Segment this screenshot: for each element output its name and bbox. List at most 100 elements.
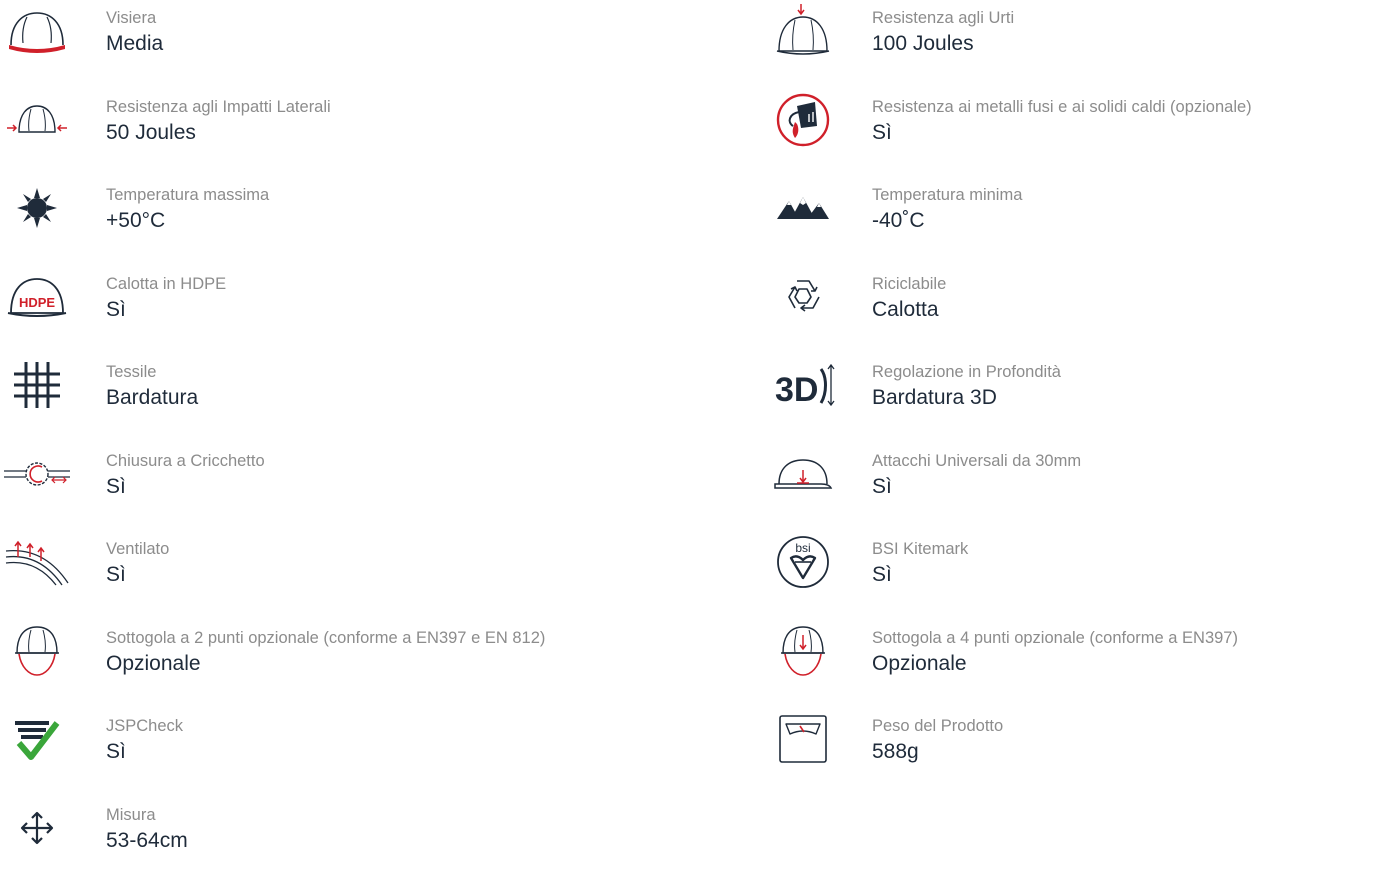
- recycle-icon: [766, 272, 840, 322]
- feature-label: Resistenza ai metalli fusi e ai solidi c…: [872, 97, 1252, 117]
- feature-visor: Visiera Media: [0, 0, 760, 89]
- feature-text: Tessile Bardatura: [106, 362, 198, 412]
- feature-text: Misura 53-64cm: [106, 805, 188, 855]
- feature-text: Resistenza agli Impatti Laterali 50 Joul…: [106, 97, 331, 147]
- features-left-column: Visiera Media Resistenza agli Impatti La…: [0, 0, 760, 885]
- feature-size: Misura 53-64cm: [0, 797, 760, 885]
- feature-jspcheck: JSPCheck Sì: [0, 708, 760, 797]
- hdpe-text: HDPE: [19, 295, 55, 310]
- feature-molten-metal: Resistenza ai metalli fusi e ai solidi c…: [766, 89, 1375, 178]
- molten-metal-icon: [766, 95, 840, 145]
- feature-universal-slots: Attacchi Universali da 30mm Sì: [766, 443, 1375, 532]
- top-impact-icon: [766, 6, 840, 56]
- feature-label: Resistenza agli Impatti Laterali: [106, 97, 331, 117]
- feature-text: Sottogola a 4 punti opzionale (conforme …: [872, 628, 1238, 678]
- feature-value: Sì: [106, 561, 169, 589]
- feature-value: Sì: [872, 473, 1081, 501]
- universal-slots-icon: [766, 449, 840, 499]
- feature-depth-adjust: 3D Regolazione in Profondità Bardatura 3…: [766, 354, 1375, 443]
- bsi-text: bsi: [795, 541, 810, 555]
- feature-top-impact: Resistenza agli Urti 100 Joules: [766, 0, 1375, 89]
- feature-label: Sottogola a 2 punti opzionale (conforme …: [106, 628, 545, 648]
- feature-value: Bardatura: [106, 384, 198, 412]
- feature-ratchet: Chiusura a Cricchetto Sì: [0, 443, 760, 532]
- sun-temperature-icon: [0, 183, 74, 233]
- feature-max-temperature: Temperatura massima +50°C: [0, 177, 760, 266]
- feature-text: Attacchi Universali da 30mm Sì: [872, 451, 1081, 501]
- feature-value: Opzionale: [872, 650, 1238, 678]
- features-right-column: Resistenza agli Urti 100 Joules Resisten…: [766, 0, 1375, 797]
- feature-label: Peso del Prodotto: [872, 716, 1003, 736]
- feature-value: 50 Joules: [106, 119, 331, 147]
- feature-value: Sì: [872, 561, 968, 589]
- feature-chinstrap-2-point: Sottogola a 2 punti opzionale (conforme …: [0, 620, 760, 709]
- feature-label: Tessile: [106, 362, 198, 382]
- feature-label: Visiera: [106, 8, 163, 28]
- feature-weight: Peso del Prodotto 588g: [766, 708, 1375, 797]
- side-impact-icon: [0, 95, 74, 145]
- feature-text: Temperatura massima +50°C: [106, 185, 269, 235]
- feature-label: Attacchi Universali da 30mm: [872, 451, 1081, 471]
- depth-adjust-3d-icon: 3D: [766, 360, 840, 410]
- weight-scale-icon: [766, 714, 840, 764]
- feature-hdpe-shell: HDPE Calotta in HDPE Sì: [0, 266, 760, 355]
- feature-ventilated: Ventilato Sì: [0, 531, 760, 620]
- feature-text: Resistenza ai metalli fusi e ai solidi c…: [872, 97, 1252, 147]
- feature-text: Chiusura a Cricchetto Sì: [106, 451, 265, 501]
- feature-label: Resistenza agli Urti: [872, 8, 1014, 28]
- helmet-visor-icon: [0, 6, 74, 56]
- mountains-temperature-icon: [766, 183, 840, 233]
- feature-text: Sottogola a 2 punti opzionale (conforme …: [106, 628, 545, 678]
- feature-label: Riciclabile: [872, 274, 946, 294]
- feature-value: +50°C: [106, 207, 269, 235]
- feature-text: BSI Kitemark Sì: [872, 539, 968, 589]
- feature-text: Ventilato Sì: [106, 539, 169, 589]
- feature-text: Temperatura minima -40˚C: [872, 185, 1022, 235]
- feature-text: Resistenza agli Urti 100 Joules: [872, 8, 1014, 58]
- feature-side-impact: Resistenza agli Impatti Laterali 50 Joul…: [0, 89, 760, 178]
- feature-value: Calotta: [872, 296, 946, 324]
- feature-value: Sì: [872, 119, 1252, 147]
- feature-label: JSPCheck: [106, 716, 183, 736]
- feature-label: Misura: [106, 805, 188, 825]
- ventilation-icon: [0, 537, 74, 587]
- feature-value: Bardatura 3D: [872, 384, 1061, 412]
- chinstrap-2-point-icon: [0, 626, 74, 676]
- feature-recyclable: Riciclabile Calotta: [766, 266, 1375, 355]
- feature-label: Ventilato: [106, 539, 169, 559]
- feature-label: Temperatura minima: [872, 185, 1022, 205]
- ratchet-icon: [0, 449, 74, 499]
- feature-value: 53-64cm: [106, 827, 188, 855]
- feature-label: Chiusura a Cricchetto: [106, 451, 265, 471]
- feature-text: Peso del Prodotto 588g: [872, 716, 1003, 766]
- feature-value: 100 Joules: [872, 30, 1014, 58]
- jspcheck-icon: [0, 714, 74, 764]
- chinstrap-4-point-icon: [766, 626, 840, 676]
- feature-textile: Tessile Bardatura: [0, 354, 760, 443]
- feature-label: Sottogola a 4 punti opzionale (conforme …: [872, 628, 1238, 648]
- bsi-kitemark-icon: bsi: [766, 537, 840, 587]
- feature-label: Calotta in HDPE: [106, 274, 226, 294]
- feature-chinstrap-4-point: Sottogola a 4 punti opzionale (conforme …: [766, 620, 1375, 709]
- feature-value: 588g: [872, 738, 1003, 766]
- feature-value: Opzionale: [106, 650, 545, 678]
- feature-label: BSI Kitemark: [872, 539, 968, 559]
- feature-text: Calotta in HDPE Sì: [106, 274, 226, 324]
- feature-text: Riciclabile Calotta: [872, 274, 946, 324]
- feature-min-temperature: Temperatura minima -40˚C: [766, 177, 1375, 266]
- feature-value: Sì: [106, 738, 183, 766]
- textile-icon: [0, 360, 74, 410]
- 3d-text: 3D: [775, 371, 818, 409]
- feature-value: -40˚C: [872, 207, 1022, 235]
- feature-text: Regolazione in Profondità Bardatura 3D: [872, 362, 1061, 412]
- feature-value: Sì: [106, 296, 226, 324]
- feature-bsi-kitemark: bsi BSI Kitemark Sì: [766, 531, 1375, 620]
- hdpe-shell-icon: HDPE: [0, 272, 74, 322]
- feature-label: Regolazione in Profondità: [872, 362, 1061, 382]
- feature-value: Media: [106, 30, 163, 58]
- size-arrows-icon: [0, 803, 74, 853]
- feature-label: Temperatura massima: [106, 185, 269, 205]
- feature-value: Sì: [106, 473, 265, 501]
- feature-text: JSPCheck Sì: [106, 716, 183, 766]
- feature-text: Visiera Media: [106, 8, 163, 58]
